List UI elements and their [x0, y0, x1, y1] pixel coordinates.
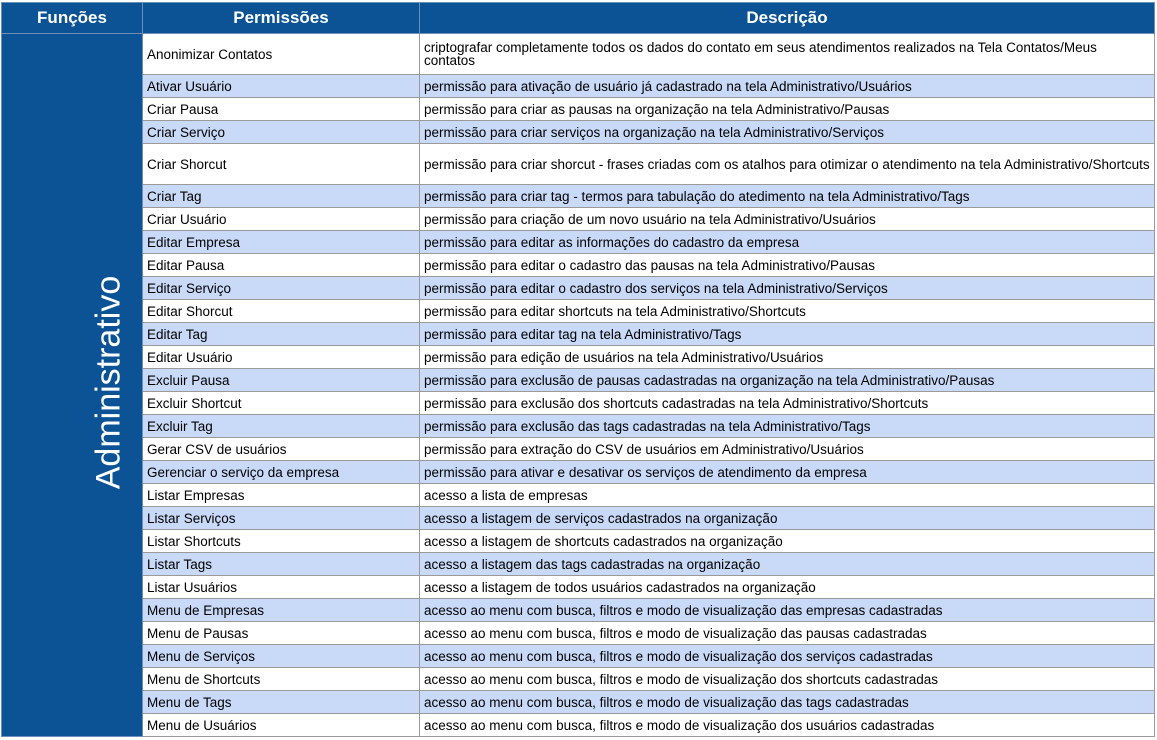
permission-cell: Menu de Serviços	[142, 644, 420, 668]
description-cell: permissão para exclusão das tags cadastr…	[419, 414, 1155, 438]
header-funcoes: Funções	[1, 2, 143, 34]
permission-cell: Menu de Usuários	[142, 713, 420, 737]
permission-cell: Criar Pausa	[142, 97, 420, 121]
table-row: Listar Shortcuts acesso a listagem de sho…	[2, 529, 1155, 553]
description-cell: acesso ao menu com busca, filtros e modo…	[419, 644, 1155, 668]
description-cell: acesso a lista de empresas	[419, 483, 1155, 507]
table-row: Editar Pausa permissão para editar o cada…	[2, 253, 1155, 277]
permission-cell: Listar Usuários	[142, 575, 420, 599]
permission-cell: Excluir Pausa	[142, 368, 420, 392]
table-row: Editar Serviço permissão para editar o ca…	[2, 276, 1155, 300]
permission-cell: Anonimizar Contatos	[142, 33, 420, 75]
permission-cell: Editar Usuário	[142, 345, 420, 369]
table-row: Menu de Shortcuts acesso ao menu com busc…	[2, 667, 1155, 691]
header-permissoes: Permissões	[142, 2, 420, 34]
table-row: Gerar CSV de usuários permissão para extr…	[2, 437, 1155, 461]
description-cell: permissão para criar shorcut - frases cr…	[419, 143, 1155, 185]
permissions-table: Funções Permissões Descrição Administrat…	[1, 2, 1155, 737]
description-cell: permissão para criar serviços na organiz…	[419, 120, 1155, 144]
group-label: Administrativo	[89, 275, 128, 489]
table-body: Administrativo Anonimizar Contatos cript…	[1, 33, 1155, 737]
description-cell: permissão para edição de usuários na tel…	[419, 345, 1155, 369]
permission-cell: Editar Shorcut	[142, 299, 420, 323]
table-row: Criar Pausa permissão para criar as pausa…	[2, 97, 1155, 121]
table-row: Listar Usuários acesso a listagem de todo…	[2, 575, 1155, 599]
group-cell-administrativo: Administrativo	[1, 33, 143, 737]
description-cell: acesso ao menu com busca, filtros e modo…	[419, 621, 1155, 645]
description-cell: permissão para editar as informações do …	[419, 230, 1155, 254]
description-cell: acesso a listagem das tags cadastradas n…	[419, 552, 1155, 576]
table-row: Editar Shorcut permissão para editar shor…	[2, 299, 1155, 323]
permission-cell: Excluir Shortcut	[142, 391, 420, 415]
description-cell: acesso ao menu com busca, filtros e modo…	[419, 598, 1155, 622]
description-cell: permissão para editar o cadastro dos ser…	[419, 276, 1155, 300]
permission-cell: Editar Tag	[142, 322, 420, 346]
table-row: Criar Tag permissão para criar tag - term…	[2, 184, 1155, 208]
table-row: Gerenciar o serviço da empresa permissão …	[2, 460, 1155, 484]
description-cell: acesso a listagem de serviços cadastrado…	[419, 506, 1155, 530]
permission-cell: Listar Empresas	[142, 483, 420, 507]
table-row: Excluir Tag permissão para exclusão das t…	[2, 414, 1155, 438]
description-cell: permissão para criar as pausas na organi…	[419, 97, 1155, 121]
table-row: Editar Empresa permissão para editar as i…	[2, 230, 1155, 254]
table-row: Criar Usuário permissão para criação de u…	[2, 207, 1155, 231]
description-cell: permissão para ativação de usuário já ca…	[419, 74, 1155, 98]
table-header-row: Funções Permissões Descrição	[1, 2, 1155, 34]
table-row: Menu de Tags acesso ao menu com busca, fi…	[2, 690, 1155, 714]
table-row: Menu de Usuários acesso ao menu com busca…	[2, 713, 1155, 737]
table-row: Administrativo Anonimizar Contatos cript…	[1, 33, 1155, 737]
permission-cell: Criar Tag	[142, 184, 420, 208]
table-row: Listar Empresas acesso a lista de empresa…	[2, 483, 1155, 507]
table-row: Editar Tag permissão para editar tag na t…	[2, 322, 1155, 346]
table-row: Criar Shorcut permissão para criar shorcu…	[2, 143, 1155, 185]
permission-cell: Gerenciar o serviço da empresa	[142, 460, 420, 484]
permission-cell: Listar Shortcuts	[142, 529, 420, 553]
description-cell: permissão para criar tag - termos para t…	[419, 184, 1155, 208]
table-row: Excluir Shortcut permissão para exclusão …	[2, 391, 1155, 415]
permission-cell: Menu de Empresas	[142, 598, 420, 622]
permission-cell: Editar Serviço	[142, 276, 420, 300]
permission-cell: Criar Shorcut	[142, 143, 420, 185]
description-cell: permissão para editar shortcuts na tela …	[419, 299, 1155, 323]
permission-cell: Listar Tags	[142, 552, 420, 576]
permission-cell: Menu de Pausas	[142, 621, 420, 645]
permission-cell: Menu de Shortcuts	[142, 667, 420, 691]
permission-cell: Criar Usuário	[142, 207, 420, 231]
table-row: Editar Usuário permissão para edição de u…	[2, 345, 1155, 369]
table-row: Menu de Empresas acesso ao menu com busca…	[2, 598, 1155, 622]
description-cell: acesso a listagem de shortcuts cadastrad…	[419, 529, 1155, 553]
table-row: Listar Serviços acesso a listagem de serv…	[2, 506, 1155, 530]
description-cell: acesso ao menu com busca, filtros e modo…	[419, 667, 1155, 691]
description-cell: permissão para editar o cadastro das pau…	[419, 253, 1155, 277]
description-cell: permissão para exclusão dos shortcuts ca…	[419, 391, 1155, 415]
table-row: Menu de Serviços acesso ao menu com busca…	[2, 644, 1155, 668]
permission-cell: Editar Pausa	[142, 253, 420, 277]
description-cell: acesso a listagem de todos usuários cada…	[419, 575, 1155, 599]
permissions-table-container: Funções Permissões Descrição Administrat…	[1, 2, 1155, 737]
description-cell: acesso ao menu com busca, filtros e modo…	[419, 690, 1155, 714]
description-cell: permissão para ativar e desativar os ser…	[419, 460, 1155, 484]
permission-cell: Listar Serviços	[142, 506, 420, 530]
table-row: Excluir Pausa permissão para exclusão de …	[2, 368, 1155, 392]
table-row: Criar Serviço permissão para criar serviç…	[2, 120, 1155, 144]
permission-cell: Excluir Tag	[142, 414, 420, 438]
header-descricao: Descrição	[419, 2, 1155, 34]
permission-cell: Editar Empresa	[142, 230, 420, 254]
description-cell: permissão para criação de um novo usuári…	[419, 207, 1155, 231]
permission-cell: Gerar CSV de usuários	[142, 437, 420, 461]
table-row: Ativar Usuário permissão para ativação de…	[2, 74, 1155, 98]
permission-cell: Criar Serviço	[142, 120, 420, 144]
description-cell: acesso ao menu com busca, filtros e modo…	[419, 713, 1155, 737]
table-row: Menu de Pausas acesso ao menu com busca, …	[2, 621, 1155, 645]
table-row: Listar Tags acesso a listagem das tags ca…	[2, 552, 1155, 576]
description-cell: criptografar completamente todos os dado…	[419, 33, 1155, 75]
description-cell: permissão para editar tag na tela Admini…	[419, 322, 1155, 346]
description-cell: permissão para exclusão de pausas cadast…	[419, 368, 1155, 392]
permission-cell: Menu de Tags	[142, 690, 420, 714]
permission-cell: Ativar Usuário	[142, 74, 420, 98]
description-cell: permissão para extração do CSV de usuári…	[419, 437, 1155, 461]
